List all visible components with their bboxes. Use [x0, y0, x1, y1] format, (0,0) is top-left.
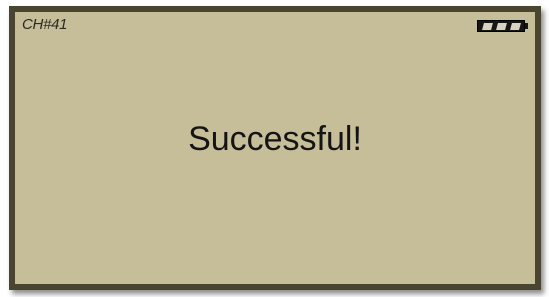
battery-body — [477, 20, 525, 32]
channel-label: CH#41 — [22, 16, 68, 33]
battery-icon — [477, 19, 529, 33]
device-screen: CH#41 Successful! — [9, 6, 541, 290]
battery-segment — [495, 22, 507, 30]
battery-segment — [509, 22, 521, 30]
status-message: Successful! — [188, 120, 362, 158]
battery-tip — [525, 23, 528, 29]
battery-segment — [481, 22, 493, 30]
